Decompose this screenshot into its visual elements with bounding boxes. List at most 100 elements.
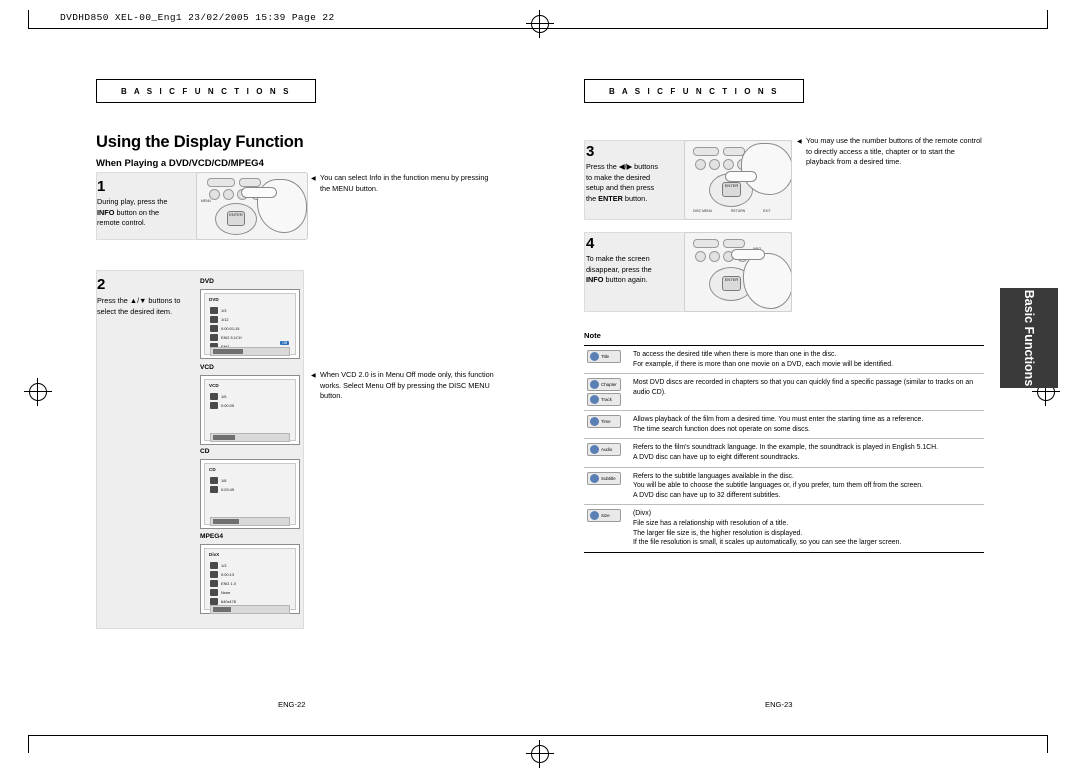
note-text: Refers to the subtitle languages availab…	[631, 472, 984, 501]
osd-screen-mpeg4: DivX 1/3 0:00:13 ENG 1.0 None 640x478	[200, 544, 300, 614]
note-row: Size (Divx) File size has a relationship…	[584, 505, 984, 551]
osd-mpeg4-row-1: 0:00:13	[221, 571, 234, 577]
note-line: A DVD disc can have up to 32 different s…	[633, 491, 781, 499]
size-icon: Size	[587, 509, 621, 523]
step-1-text-part-1: During play, press the	[97, 197, 168, 206]
note-line: Refers to the subtitle languages availab…	[633, 472, 794, 480]
osd-dvd-row-3: ENG 5.1CH	[221, 334, 242, 340]
remote-illustration-step-1: ENTER MENU INFO	[196, 172, 308, 240]
note-text: Most DVD discs are recorded in chapters …	[631, 378, 984, 397]
note-line: To access the desired title when there i…	[633, 351, 837, 358]
note-line: A DVD disc can have up to eight differen…	[633, 453, 800, 461]
step-3-number: 3	[586, 143, 595, 160]
osd-dvd-row-0: 1/3	[221, 307, 227, 313]
manual-page: DVDHD850 XEL-00_Eng1 23/02/2005 15:39 Pa…	[0, 0, 1080, 783]
registration-mark-top	[526, 10, 554, 38]
osd-cd-row-0: 1/8	[221, 477, 227, 483]
osd-dvd-row-2: 0:00:01:15	[221, 325, 240, 331]
remote-illustration-step-3: ENTER DISC MENU RETURN EXIT	[684, 140, 792, 220]
step-3-text: Press the ◀/▶ buttons to make the desire…	[586, 162, 666, 204]
note-line: The time search function does not operat…	[633, 425, 810, 433]
osd-vcd-title: VCD	[209, 383, 219, 388]
crop-mark-top-left-v	[28, 10, 29, 28]
right-page-number: ENG-23	[765, 700, 793, 709]
osd-cd-title: CD	[209, 467, 216, 472]
track-icon: Track	[587, 393, 621, 407]
osd-screen-dvd: DVD 1/3 1/12 0:00:01:15 ENG 5.1CH ENG Of…	[200, 289, 300, 359]
left-bullet-2: ◀ When VCD 2.0 is in Menu Off mode only,…	[311, 370, 498, 402]
osd-dvd-row-1: 1/12	[221, 316, 229, 322]
remote-enter-button: ENTER	[722, 276, 741, 291]
registration-mark-bottom	[526, 740, 554, 768]
note-row: Time Allows playback of the film from a …	[584, 411, 984, 440]
osd-screen-vcd: VCD 1/5 0:00:05	[200, 375, 300, 445]
step-1-text: During play, press the INFO button on th…	[97, 197, 175, 229]
step-4-text-part-1: To make the screen disappear, press the	[586, 254, 652, 274]
osd-mpeg4-title: DivX	[209, 552, 220, 557]
crop-mark-bottom-rule	[28, 735, 1048, 736]
note-line: Most DVD discs are recorded in chapters …	[633, 379, 974, 396]
osd-label-mpeg4: MPEG4	[200, 533, 224, 540]
left-bullet-2-text: When VCD 2.0 is in Menu Off mode only, t…	[320, 370, 494, 400]
note-icons: Size	[584, 509, 631, 523]
step-2-number: 2	[97, 276, 106, 293]
crop-mark-bottom-left-v	[28, 735, 29, 753]
remote-enter-button: ENTER	[722, 182, 741, 197]
finger-illustration	[725, 171, 757, 182]
page-subtitle: When Playing a DVD/VCD/CD/MPEG4	[96, 158, 264, 169]
right-bullet-1-text: You may use the number buttons of the re…	[806, 136, 982, 166]
note-icons: Title	[584, 350, 631, 363]
side-tab: Basic Functions	[1000, 288, 1058, 388]
file-header-text: DVDHD850 XEL-00_Eng1 23/02/2005 15:39 Pa…	[60, 12, 335, 23]
note-icons: Audio	[584, 443, 631, 457]
osd-mpeg4-row-3: None	[221, 589, 231, 595]
step-4-text-bold: INFO	[586, 275, 604, 284]
step-1-text-bold: INFO	[97, 207, 115, 217]
note-text: Allows playback of the film from a desir…	[631, 415, 984, 434]
note-heading: Note	[584, 331, 601, 340]
step-4-text: To make the screen disappear, press the …	[586, 254, 668, 286]
note-row: Title To access the desired title when t…	[584, 346, 984, 375]
note-line: The larger file size is, the higher reso…	[633, 529, 803, 537]
bullet-arrow-icon: ◀	[797, 139, 802, 145]
left-bullet-1: ◀ You can select Info in the function me…	[311, 173, 495, 194]
audio-icon: Audio	[587, 443, 621, 457]
bullet-arrow-icon: ◀	[311, 176, 316, 182]
note-line: Allows playback of the film from a desir…	[633, 416, 924, 424]
note-line: For example, if there is more than one m…	[633, 360, 894, 368]
crop-mark-bottom-right-v	[1047, 735, 1048, 753]
osd-screen-cd: CD 1/8 0:03:45	[200, 459, 300, 529]
note-line: You will be able to choose the subtitle …	[633, 482, 923, 490]
osd-dvd-title: DVD	[209, 297, 219, 302]
note-line: Refers to the film's soundtrack language…	[633, 444, 939, 452]
right-section-label-box: B A S I C F U N C T I O N S	[584, 79, 804, 103]
remote-enter-button: ENTER	[227, 211, 245, 226]
step-3-text-bold: ENTER	[598, 193, 623, 203]
title-icon: Title	[587, 350, 621, 363]
note-icons: Chapter Track	[584, 378, 631, 407]
crop-mark-top-right-v	[1047, 10, 1048, 28]
time-icon: Time	[587, 415, 621, 429]
note-row: Chapter Track Most DVD discs are recorde…	[584, 374, 984, 412]
step-4-number: 4	[586, 235, 595, 252]
note-icons: Subtitle	[584, 471, 631, 485]
note-text: (Divx) File size has a relationship with…	[631, 509, 984, 547]
note-text: To access the desired title when there i…	[631, 350, 984, 369]
step-4-text-part-2: button again.	[603, 275, 648, 284]
finger-illustration	[241, 187, 277, 198]
note-row: Audio Refers to the film's soundtrack la…	[584, 439, 984, 468]
osd-label-dvd: DVD	[200, 278, 214, 285]
osd-vcd-row-0: 1/5	[221, 393, 227, 399]
note-table: Title To access the desired title when t…	[584, 345, 984, 553]
note-row: Subtitle Refers to the subtitle language…	[584, 468, 984, 506]
left-section-label-box: B A S I C F U N C T I O N S	[96, 79, 316, 103]
left-bullet-1-text: You can select Info in the function menu…	[320, 173, 489, 193]
step-1-number: 1	[97, 178, 106, 195]
subtitle-icon: Subtitle	[587, 471, 621, 485]
page-title: Using the Display Function	[96, 133, 304, 151]
osd-mpeg4-row-4: 640x478	[221, 598, 236, 604]
osd-dvd-chip: Off	[280, 341, 289, 345]
osd-cd-row-1: 0:03:45	[221, 486, 234, 492]
chapter-icon: Chapter	[587, 378, 621, 392]
note-line: (Divx)	[633, 510, 651, 518]
